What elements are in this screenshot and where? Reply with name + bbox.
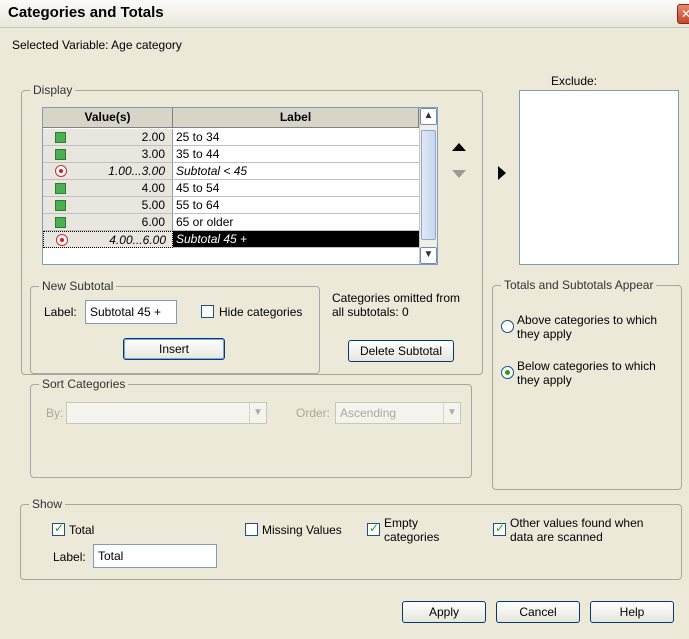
category-icon bbox=[55, 217, 66, 228]
value-cell[interactable]: 6.00 bbox=[43, 214, 173, 231]
category-icon bbox=[55, 132, 66, 143]
total-checkbox[interactable] bbox=[52, 521, 65, 536]
value-text: 4.00 bbox=[141, 181, 165, 195]
label-cell[interactable]: 65 or older bbox=[173, 214, 419, 231]
new-subtotal-legend: New Subtotal bbox=[39, 279, 117, 293]
above-radio[interactable] bbox=[501, 320, 514, 333]
missing-values-label: Missing Values bbox=[262, 523, 342, 537]
value-cell[interactable]: 1.00...3.00 bbox=[43, 163, 173, 180]
value-text: 2.00 bbox=[141, 130, 165, 144]
label-cell[interactable]: Subtotal 45 + bbox=[173, 231, 419, 248]
empty-categories-label: Empty categories bbox=[384, 516, 440, 544]
value-cell[interactable]: 2.00 bbox=[43, 129, 173, 146]
table-row[interactable]: 5.00 55 to 64 bbox=[43, 197, 419, 214]
sort-by-select[interactable]: ▼ bbox=[66, 402, 267, 424]
label-cell[interactable]: 25 to 34 bbox=[173, 129, 419, 146]
apply-button[interactable]: Apply bbox=[402, 601, 486, 623]
sort-by-label: By: bbox=[46, 406, 64, 420]
subtotal-icon bbox=[56, 234, 68, 246]
value-cell[interactable]: 3.00 bbox=[43, 146, 173, 163]
delete-subtotal-button[interactable]: Delete Subtotal bbox=[348, 340, 454, 362]
subtotal-icon bbox=[55, 165, 67, 177]
show-legend: Show bbox=[29, 497, 66, 511]
label-cell[interactable]: 45 to 54 bbox=[173, 180, 419, 197]
subtotal-label-prefix: Label: bbox=[44, 305, 77, 319]
subtotal-label-input[interactable]: Subtotal 45 + bbox=[85, 300, 177, 324]
total-label-input[interactable]: Total bbox=[93, 544, 217, 568]
table-row[interactable]: 1.00...3.00 Subtotal < 45 bbox=[43, 163, 419, 180]
value-text: 5.00 bbox=[141, 198, 165, 212]
table-row[interactable]: 4.00...6.00 Subtotal 45 + bbox=[43, 231, 419, 248]
exclude-label: Exclude: bbox=[551, 74, 598, 88]
other-values-label: Other values found when data are scanned bbox=[510, 516, 644, 544]
window-title: Categories and Totals bbox=[8, 4, 164, 21]
value-text: 3.00 bbox=[141, 147, 165, 161]
column-header-label[interactable]: Label bbox=[173, 108, 419, 128]
label-cell[interactable]: 35 to 44 bbox=[173, 146, 419, 163]
sort-categories-group: Sort Categories bbox=[30, 377, 472, 478]
value-cell[interactable]: 4.00 bbox=[43, 180, 173, 197]
scroll-up-icon[interactable]: ▲ bbox=[420, 108, 437, 125]
value-text: 1.00...3.00 bbox=[108, 164, 165, 178]
sort-order-label: Order: bbox=[296, 406, 331, 420]
value-cell[interactable]: 5.00 bbox=[43, 197, 173, 214]
category-icon bbox=[55, 200, 66, 211]
table-row[interactable]: 6.00 65 or older bbox=[43, 214, 419, 231]
omitted-note: Categories omitted from all subtotals: 0 bbox=[332, 291, 461, 319]
chevron-down-icon[interactable]: ▼ bbox=[443, 403, 460, 423]
sort-order-select[interactable]: Ascending ▼ bbox=[335, 402, 461, 424]
value-text: 4.00...6.00 bbox=[109, 233, 166, 247]
scroll-thumb[interactable] bbox=[421, 130, 436, 240]
category-icon bbox=[55, 149, 66, 160]
label-cell[interactable]: Subtotal < 45 bbox=[173, 163, 419, 180]
exclude-list[interactable] bbox=[519, 90, 679, 265]
below-radio[interactable] bbox=[501, 366, 514, 379]
value-cell[interactable]: 4.00...6.00 bbox=[43, 231, 173, 248]
scroll-down-icon[interactable]: ▼ bbox=[420, 247, 437, 264]
title-bar: Categories and Totals ✕ bbox=[0, 0, 689, 28]
above-label: Above categories to which they apply bbox=[517, 313, 658, 341]
chevron-down-icon[interactable]: ▼ bbox=[249, 403, 266, 423]
column-header-values[interactable]: Value(s) bbox=[43, 108, 173, 128]
other-values-checkbox[interactable] bbox=[493, 521, 506, 536]
sort-order-value: Ascending bbox=[340, 406, 397, 420]
close-icon[interactable]: ✕ bbox=[677, 4, 689, 24]
below-label: Below categories to which they apply bbox=[517, 359, 656, 387]
missing-values-checkbox[interactable] bbox=[245, 523, 258, 536]
totals-appear-legend: Totals and Subtotals Appear bbox=[501, 278, 657, 292]
hide-categories-label: Hide categories bbox=[219, 305, 303, 319]
selected-variable: Selected Variable: Age category bbox=[12, 38, 182, 52]
table-row[interactable]: 2.00 25 to 34 bbox=[43, 129, 419, 146]
move-to-exclude-icon[interactable] bbox=[498, 166, 506, 180]
insert-button[interactable]: Insert bbox=[123, 338, 225, 360]
move-down-icon[interactable] bbox=[452, 170, 466, 178]
table-row[interactable]: 3.00 35 to 44 bbox=[43, 146, 419, 163]
empty-categories-checkbox[interactable] bbox=[367, 521, 380, 536]
hide-categories-checkbox[interactable] bbox=[201, 305, 214, 318]
cancel-button[interactable]: Cancel bbox=[496, 601, 580, 623]
sort-legend: Sort Categories bbox=[39, 377, 129, 391]
category-grid[interactable]: Value(s) Label 2.00 25 to 34 3.00 35 to 44 1… bbox=[42, 107, 438, 265]
total-label: Total bbox=[69, 523, 95, 537]
value-text: 6.00 bbox=[141, 215, 165, 229]
display-legend: Display bbox=[30, 83, 76, 97]
table-row[interactable]: 4.00 45 to 54 bbox=[43, 180, 419, 197]
label-cell[interactable]: 55 to 64 bbox=[173, 197, 419, 214]
category-icon bbox=[55, 183, 66, 194]
show-label-prefix: Label: bbox=[53, 550, 86, 564]
grid-scrollbar[interactable]: ▲ ▼ bbox=[419, 108, 437, 264]
move-up-icon[interactable] bbox=[452, 143, 466, 151]
help-button[interactable]: Help bbox=[590, 601, 674, 623]
